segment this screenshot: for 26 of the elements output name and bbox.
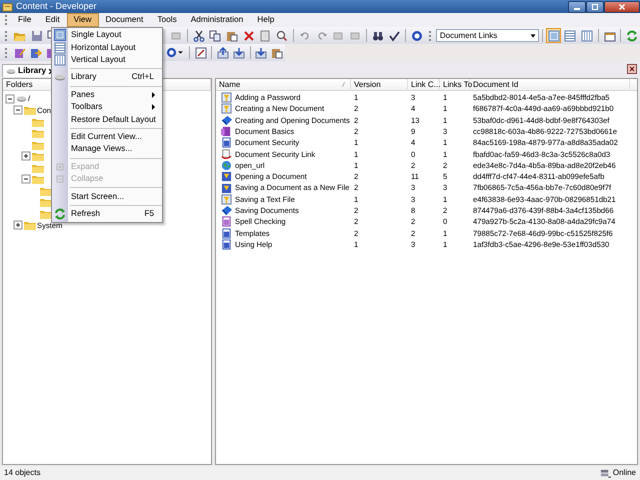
window-title: Content - Developer: [16, 1, 98, 12]
menu-item[interactable]: Edit: [38, 13, 67, 27]
column-header[interactable]: Links To: [440, 78, 470, 90]
menu-item[interactable]: Tools: [150, 13, 184, 27]
connection-status: Online: [612, 468, 636, 478]
status-text: 14 objects: [4, 468, 40, 478]
menu-item[interactable]: Horizontal Layout: [52, 41, 162, 54]
menu-item[interactable]: Panes: [52, 88, 162, 101]
menu-item[interactable]: Document: [98, 13, 150, 27]
menu-item[interactable]: Help: [250, 13, 282, 27]
menu-item[interactable]: Vertical Layout: [52, 54, 162, 66]
menu-item[interactable]: Restore Default Layout: [52, 113, 162, 126]
view-dropdown[interactable]: Document Links: [436, 29, 539, 42]
menu-item[interactable]: File: [11, 13, 38, 27]
menu-item[interactable]: Library Ctrl+L: [52, 71, 162, 84]
column-header[interactable]: Link C...: [408, 78, 440, 90]
menu-item[interactable]: Administration: [184, 13, 250, 27]
menu-item[interactable]: Refresh F5: [52, 208, 162, 220]
menu-item[interactable]: Manage Views...: [52, 143, 162, 156]
menu-item[interactable]: Edit Current View...: [52, 130, 162, 144]
column-header[interactable]: Version: [351, 78, 408, 90]
column-header[interactable]: Name: [219, 80, 240, 90]
menu-item[interactable]: Toolbars: [52, 100, 162, 114]
menu-item[interactable]: Start Screen...: [52, 190, 162, 203]
menu-item[interactable]: View: [66, 13, 99, 27]
menu-item[interactable]: Single Layout: [52, 29, 162, 42]
